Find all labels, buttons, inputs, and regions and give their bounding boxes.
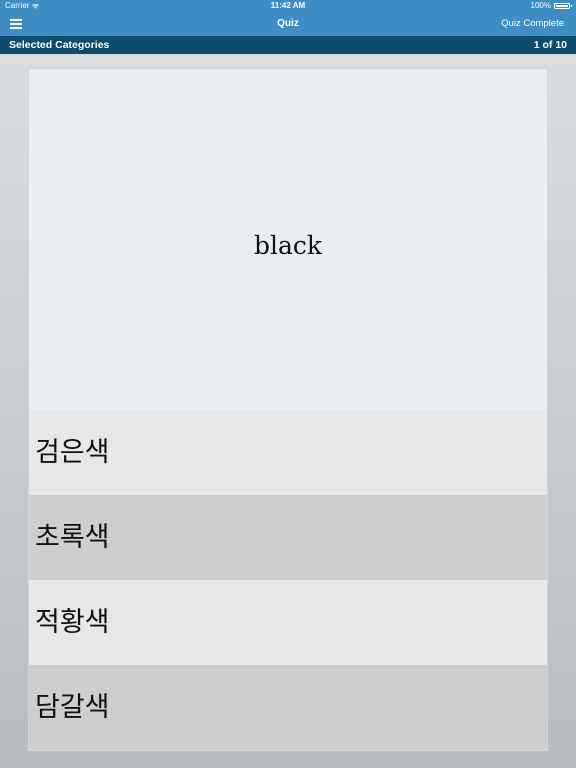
battery-percent: 100% [530,1,551,10]
answer-option-4[interactable]: 담갈색 [29,665,547,750]
question-progress: 1 of 10 [533,39,567,51]
page-title: Quiz [277,18,299,29]
question-panel: black [29,69,547,410]
status-bar: Carrier 11:42 AM 100% [0,0,576,12]
question-word: black [253,231,323,260]
category-bar: Selected Categories 1 of 10 [0,36,576,54]
status-battery-group: 100% [530,0,572,12]
answer-option-1[interactable]: 검은색 [29,410,547,495]
selected-categories-label: Selected Categories [9,39,110,51]
quiz-complete-button[interactable]: Quiz Complete [501,12,564,36]
answer-option-3[interactable]: 적황색 [29,580,547,665]
status-time: 11:42 AM [270,1,306,10]
answer-option-2[interactable]: 초록색 [29,495,547,580]
quiz-card: black 검은색 초록색 적황색 담갈색 [29,69,547,750]
nav-bar: Quiz Quiz Complete [0,12,576,36]
battery-icon [554,3,572,9]
